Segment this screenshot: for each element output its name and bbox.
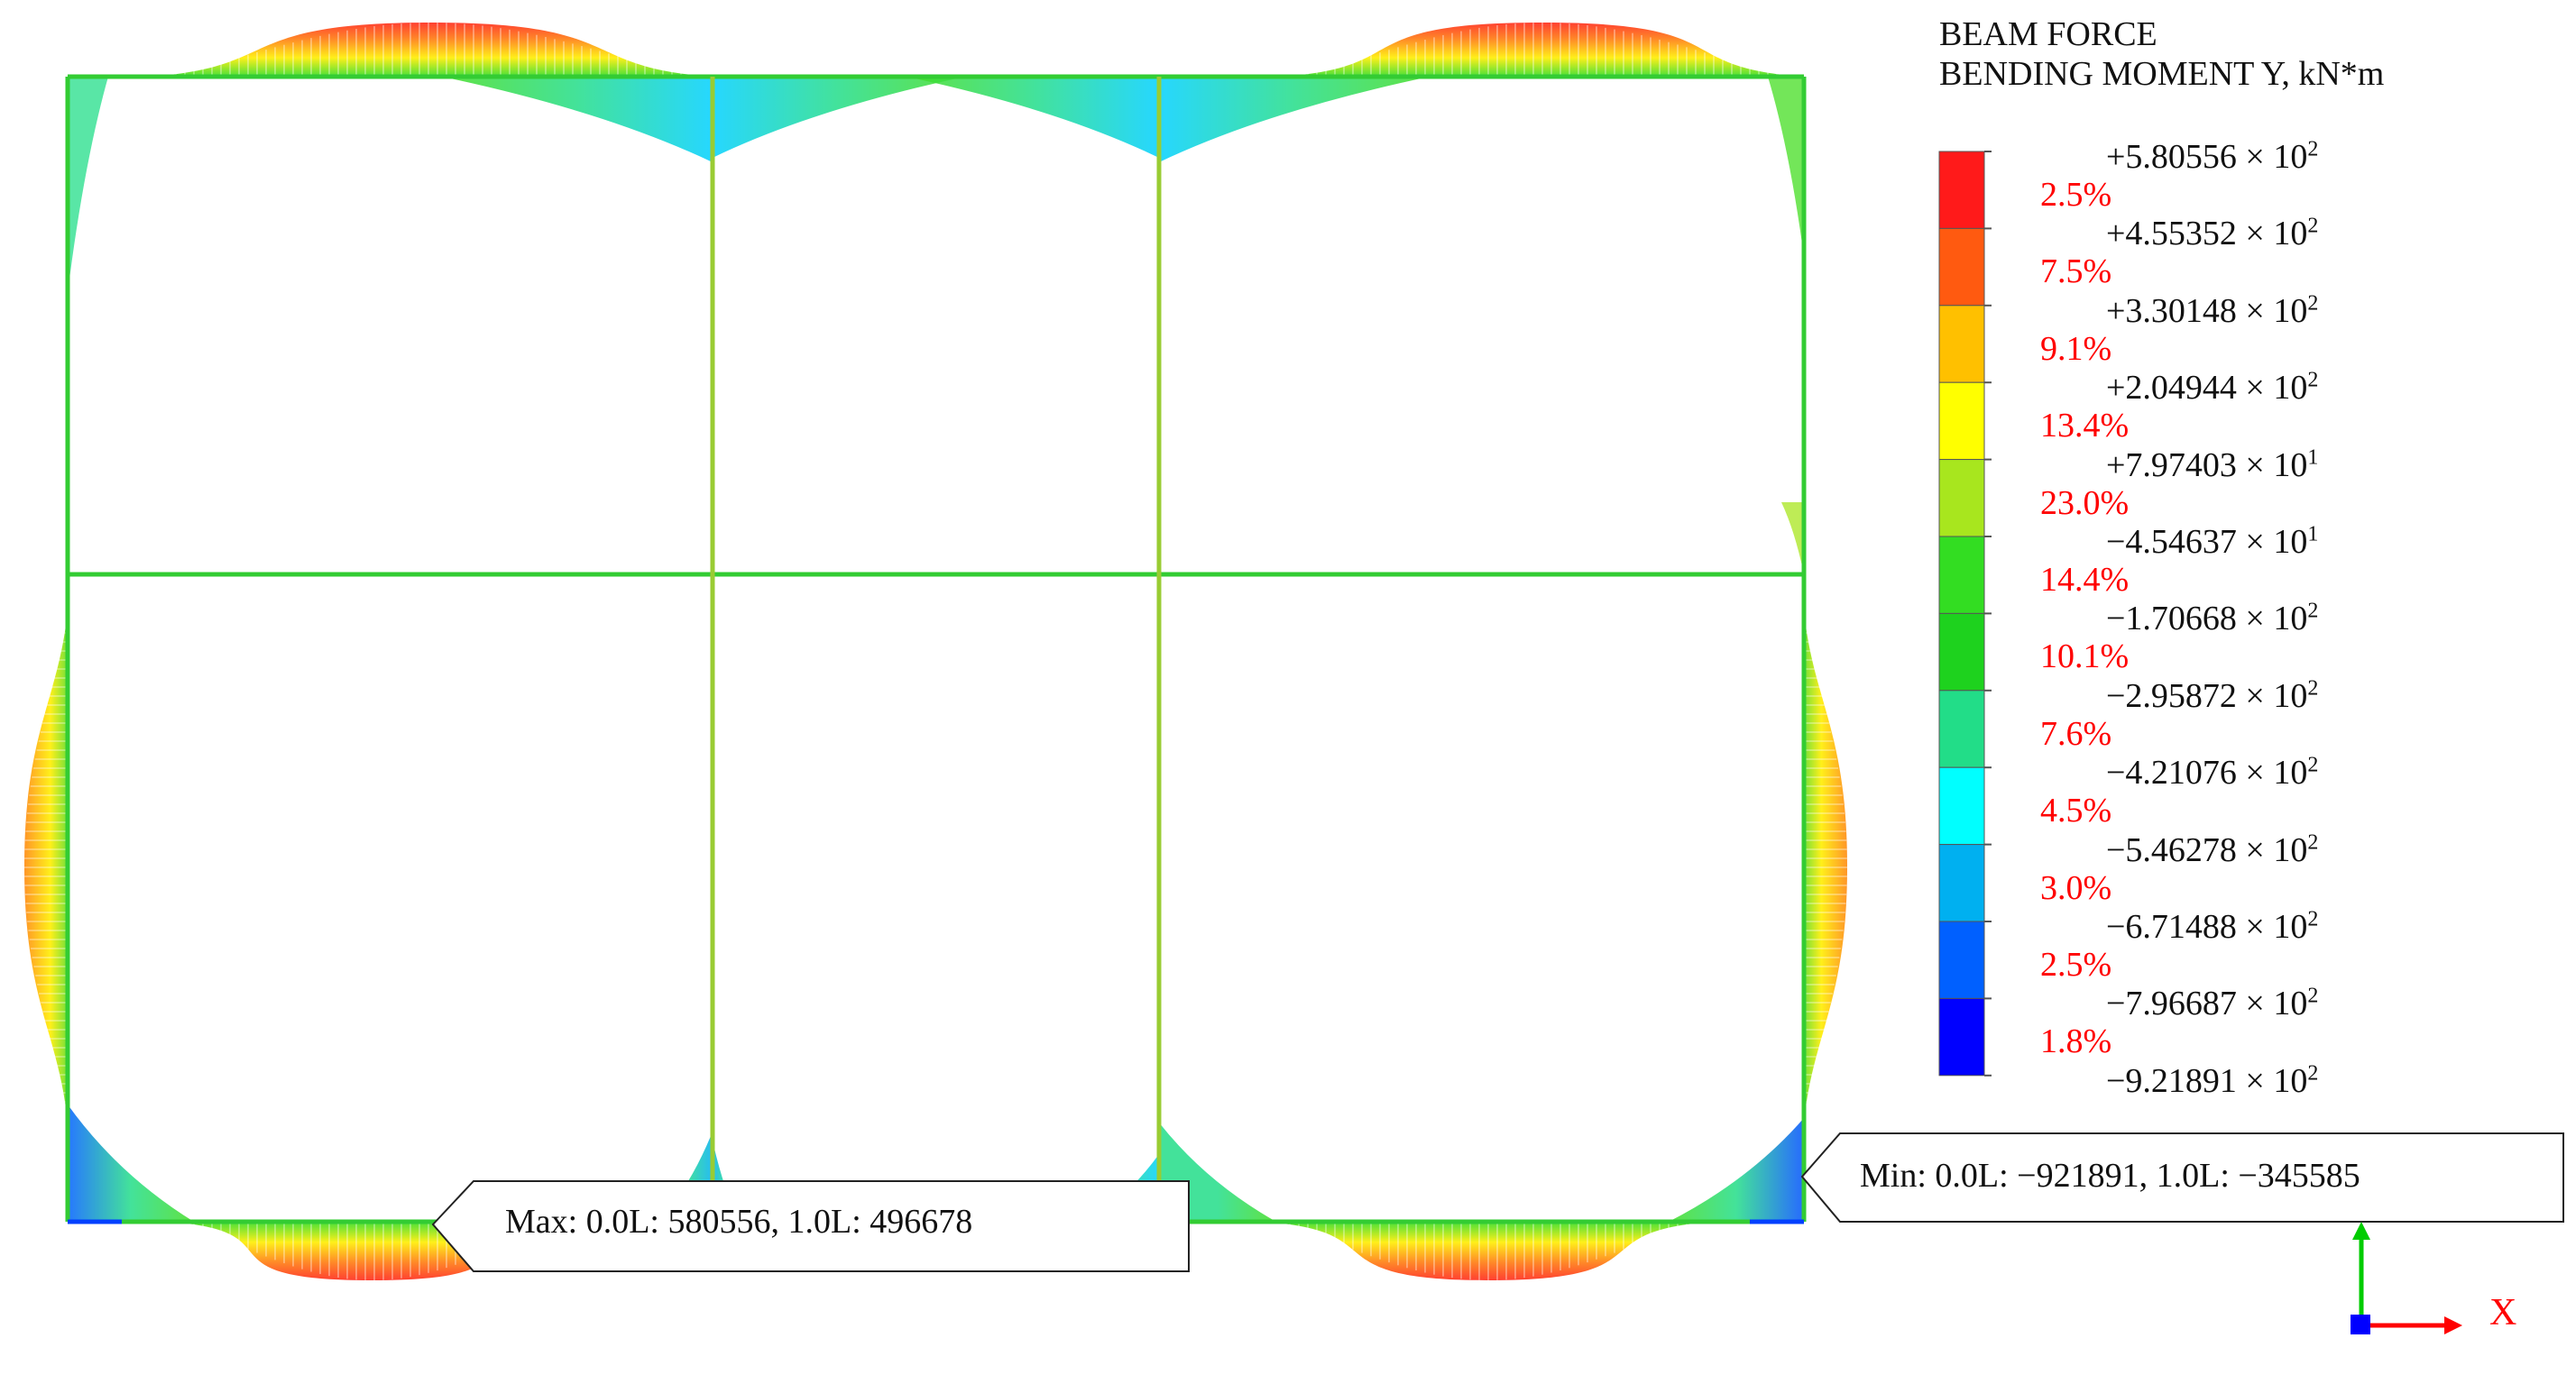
legend-title: BEAM FORCE BENDING MOMENT Y, kN*m xyxy=(1939,14,2384,94)
legend-title-line2: BENDING MOMENT Y, kN*m xyxy=(1939,55,2385,93)
right-column-upper-top-moment xyxy=(1768,77,1804,257)
legend-percent-11: 1.8% xyxy=(2040,1022,2112,1061)
legend-value-mantissa: −9.21891 × 10 xyxy=(2106,1061,2308,1100)
legend-percent-8: 4.5% xyxy=(2040,792,2112,830)
legend-value-2: +3.30148 × 102 xyxy=(2106,291,2318,331)
legend-value-mantissa: +5.80556 × 10 xyxy=(2106,138,2308,176)
legend-percent-0: 2.5% xyxy=(2040,176,2112,214)
legend-color-bar xyxy=(1938,151,1992,1077)
legend-percent-2: 9.1% xyxy=(2040,329,2112,368)
legend-value-mantissa: −4.54637 × 10 xyxy=(2106,523,2308,561)
legend-percent-7: 7.6% xyxy=(2040,714,2112,753)
top-beam-hog-right-of-col2 xyxy=(713,77,965,158)
legend-value-exponent: 2 xyxy=(2307,830,2319,854)
legend-value-mantissa: −4.21076 × 10 xyxy=(2106,754,2308,793)
top-beam-hog-left-of-col3 xyxy=(906,77,1159,158)
legend-band-4 xyxy=(1938,459,1985,537)
legend-band-9 xyxy=(1938,844,1985,922)
legend-band-7 xyxy=(1938,690,1985,768)
legend-band-5 xyxy=(1938,536,1985,614)
legend-percent-10: 2.5% xyxy=(2040,946,2112,984)
legend-value-exponent: 2 xyxy=(2307,214,2319,238)
legend-percent-4: 23.0% xyxy=(2040,483,2130,522)
diagram-canvas: BEAM FORCE BENDING MOMENT Y, kN*m +5.805… xyxy=(0,0,2576,1375)
legend-value-6: −1.70668 × 102 xyxy=(2106,599,2318,638)
legend-band-1 xyxy=(1938,227,1985,307)
legend-value-7: −2.95872 × 102 xyxy=(2106,676,2318,716)
legend-percent-6: 10.1% xyxy=(2040,637,2130,676)
legend-value-mantissa: +2.04944 × 10 xyxy=(2106,369,2308,408)
legend-title-line1: BEAM FORCE xyxy=(1939,15,2157,53)
legend-value-exponent: 2 xyxy=(2307,753,2319,777)
legend-band-6 xyxy=(1938,612,1985,692)
legend-value-exponent: 2 xyxy=(2307,368,2319,392)
axis-origin xyxy=(2351,1315,2370,1334)
legend-percent-5: 14.4% xyxy=(2040,561,2130,599)
x-axis-label: X xyxy=(2489,1292,2517,1334)
legend-value-4: +7.97403 × 101 xyxy=(2106,445,2318,485)
legend-percent-9: 3.0% xyxy=(2040,868,2112,907)
legend-value-exponent: 2 xyxy=(2307,907,2319,931)
legend-percent-1: 7.5% xyxy=(2040,252,2112,291)
legend-value-mantissa: −1.70668 × 10 xyxy=(2106,600,2308,638)
legend-band-0 xyxy=(1938,151,1985,229)
legend-band-10 xyxy=(1938,921,1985,999)
top-beam-hog-left-of-col2 xyxy=(442,77,713,162)
legend-band-11 xyxy=(1938,997,1985,1077)
legend-value-exponent: 2 xyxy=(2307,1061,2319,1086)
legend-value-11: −7.96687 × 102 xyxy=(2106,984,2318,1023)
max-callout-text: Max: 0.0L: 580556, 1.0L: 496678 xyxy=(505,1203,973,1241)
legend-value-mantissa: −6.71488 × 10 xyxy=(2106,908,2308,946)
legend-value-exponent: 2 xyxy=(2307,599,2319,623)
z-axis-arrow xyxy=(2352,1222,2370,1240)
legend-value-8: −4.21076 × 102 xyxy=(2106,753,2318,793)
legend-value-exponent: 1 xyxy=(2307,445,2319,469)
moment-hatch-group xyxy=(24,23,1847,1280)
bottom-right-corner-hog xyxy=(1669,1118,1804,1222)
legend-value-mantissa: −2.95872 × 10 xyxy=(2106,676,2308,715)
bottom-left-corner-hog xyxy=(68,1105,194,1222)
legend-band-8 xyxy=(1938,766,1985,846)
legend-value-3: +2.04944 × 102 xyxy=(2106,368,2318,408)
legend-value-exponent: 1 xyxy=(2307,522,2319,546)
legend-value-mantissa: +7.97403 × 10 xyxy=(2106,445,2308,484)
legend-value-exponent: 2 xyxy=(2307,137,2319,161)
legend-value-exponent: 2 xyxy=(2307,676,2319,701)
moment-fill-group xyxy=(24,23,1847,1280)
legend-band-2 xyxy=(1938,305,1985,383)
legend-band-3 xyxy=(1938,381,1985,461)
axis-triad xyxy=(2351,1222,2462,1334)
x-axis-arrow xyxy=(2444,1316,2462,1334)
legend-value-12: −9.21891 × 102 xyxy=(2106,1061,2318,1101)
legend-value-exponent: 2 xyxy=(2307,291,2319,316)
legend-value-mantissa: −7.96687 × 10 xyxy=(2106,985,2308,1023)
legend-value-9: −5.46278 × 102 xyxy=(2106,830,2318,870)
top-beam-hog-right-of-col3 xyxy=(1159,77,1430,162)
min-callout-text: Min: 0.0L: −921891, 1.0L: −345585 xyxy=(1860,1157,2360,1195)
legend-value-mantissa: +4.55352 × 10 xyxy=(2106,215,2308,253)
legend-value-exponent: 2 xyxy=(2307,984,2319,1008)
top-left-beam-moment xyxy=(149,23,713,77)
legend-value-10: −6.71488 × 102 xyxy=(2106,907,2318,947)
legend-value-mantissa: −5.46278 × 10 xyxy=(2106,830,2308,869)
legend-value-0: +5.80556 × 102 xyxy=(2106,137,2318,177)
legend-value-mantissa: +3.30148 × 10 xyxy=(2106,291,2308,330)
legend-value-1: +4.55352 × 102 xyxy=(2106,214,2318,253)
left-column-upper-top-moment xyxy=(68,77,108,293)
right-column-upper-bottom-moment xyxy=(1781,502,1804,574)
legend-value-5: −4.54637 × 101 xyxy=(2106,522,2318,562)
legend-percent-3: 13.4% xyxy=(2040,407,2130,445)
